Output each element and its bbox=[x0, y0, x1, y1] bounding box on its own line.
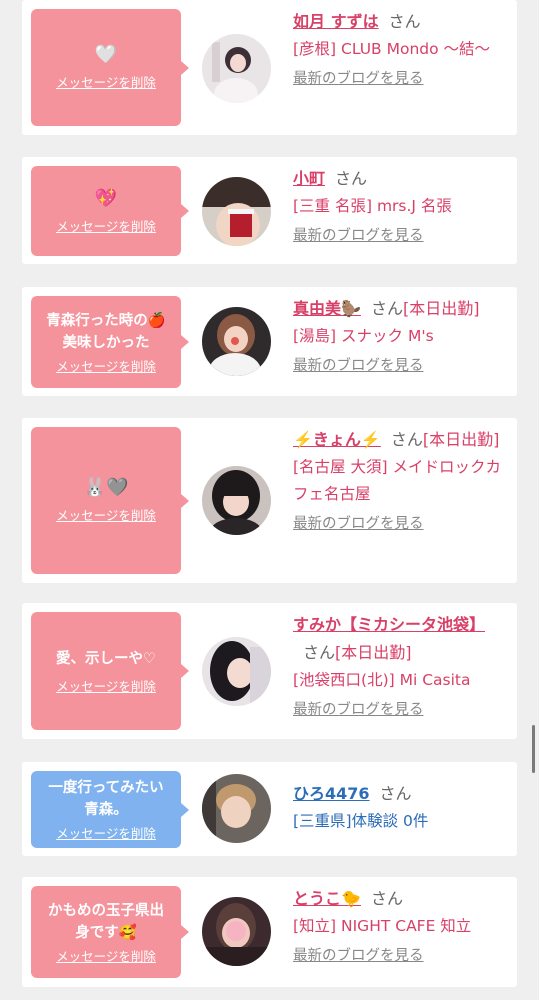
shop-name: [池袋西口(北)] Mi Casita bbox=[293, 671, 471, 689]
favorite-card: 🐰🩶 メッセージを削除 ⚡️きょん⚡️ さん[本日出勤] [名古屋 大須] メイド… bbox=[22, 418, 517, 583]
attendance-status: [本日出勤] bbox=[422, 430, 500, 449]
avatar[interactable] bbox=[202, 897, 271, 966]
message-bubble: 愛、示しーや♡ メッセージを削除 bbox=[31, 612, 189, 730]
delete-message-link[interactable]: メッセージを削除 bbox=[56, 823, 156, 842]
avatar[interactable] bbox=[202, 466, 271, 535]
attendance-status: [本日出勤] bbox=[335, 643, 412, 662]
cast-name-link[interactable]: 小町 bbox=[293, 169, 325, 188]
avatar[interactable] bbox=[202, 177, 271, 246]
latest-blog-link[interactable]: 最新のブログを見る bbox=[293, 226, 424, 246]
favorite-info: すみか【ミカシータ池袋】さん[本日出勤] [池袋西口(北)] Mi Casita… bbox=[293, 611, 511, 720]
honorific: さん bbox=[379, 784, 412, 803]
favorite-info: 小町 さん [三重 名張] mrs.J 名張 最新のブログを見る bbox=[293, 165, 511, 246]
delete-message-link[interactable]: メッセージを削除 bbox=[56, 505, 156, 524]
message-text: 愛、示しーや♡ bbox=[56, 650, 156, 667]
honorific: さん bbox=[370, 889, 403, 908]
favorite-card: 一度行ってみたい 青森。 メッセージを削除 ひろ4476 さん [三重県]体験談 … bbox=[22, 762, 517, 856]
message-bubble: かもめの玉子県出 身です🥰 メッセージを削除 bbox=[31, 886, 189, 978]
attendance-status: [本日出勤] bbox=[402, 299, 480, 318]
delete-message-link[interactable]: メッセージを削除 bbox=[56, 356, 156, 375]
latest-blog-link[interactable]: 最新のブログを見る bbox=[293, 700, 424, 720]
shop-name: [三重県]体験談 0件 bbox=[293, 812, 429, 830]
shop-name: [三重 名張] mrs.J 名張 bbox=[293, 197, 452, 215]
scrollbar[interactable] bbox=[532, 725, 535, 773]
message-text: 青森行った時の🍎 美味しかった bbox=[46, 312, 166, 351]
favorite-card: 青森行った時の🍎 美味しかった メッセージを削除 真由美🦫 さん[本日出勤] [湯… bbox=[22, 287, 517, 396]
message-text: 一度行ってみたい 青森。 bbox=[48, 780, 164, 818]
cast-name-link[interactable]: すみか【ミカシータ池袋】 bbox=[293, 615, 485, 634]
message-bubble: 🐰🩶 メッセージを削除 bbox=[31, 427, 189, 574]
favorite-info: 真由美🦫 さん[本日出勤] [湯島] スナック M's 最新のブログを見る bbox=[293, 295, 511, 376]
favorite-info: 如月 すずは さん [彦根] CLUB Mondo 〜結〜 最新のブログを見る bbox=[293, 8, 511, 89]
latest-blog-link[interactable]: 最新のブログを見る bbox=[293, 514, 424, 534]
shop-name: [名古屋 大須] メイドロックカフェ名古屋 bbox=[293, 458, 501, 503]
cast-name-link[interactable]: ⚡️きょん⚡️ bbox=[293, 430, 381, 449]
message-bubble: 青森行った時の🍎 美味しかった メッセージを削除 bbox=[31, 296, 189, 388]
honorific: さん bbox=[388, 12, 421, 31]
heart-emoji-icon: 🤍 bbox=[94, 44, 118, 65]
cast-name-link[interactable]: 如月 すずは bbox=[293, 12, 379, 31]
message-bubble: 🤍 メッセージを削除 bbox=[31, 9, 189, 126]
shop-name: [湯島] スナック M's bbox=[293, 327, 434, 345]
delete-message-link[interactable]: メッセージを削除 bbox=[56, 676, 156, 695]
sparkling-heart-icon: 💖 bbox=[94, 187, 118, 209]
latest-blog-link[interactable]: 最新のブログを見る bbox=[293, 69, 424, 89]
honorific: さん bbox=[370, 299, 403, 318]
delete-message-link[interactable]: メッセージを削除 bbox=[56, 946, 156, 965]
favorite-info: とうこ🐤 さん [知立] NIGHT CAFE 知立 最新のブログを見る bbox=[293, 885, 511, 966]
shop-name: [彦根] CLUB Mondo 〜結〜 bbox=[293, 40, 491, 58]
honorific: さん bbox=[335, 169, 368, 188]
favorite-card: 🤍 メッセージを削除 如月 すずは さん [彦根] CLUB Mondo 〜結〜 … bbox=[22, 0, 517, 135]
delete-message-link[interactable]: メッセージを削除 bbox=[56, 72, 156, 91]
rabbit-heart-icon: 🐰🩶 bbox=[83, 477, 129, 498]
delete-message-link[interactable]: メッセージを削除 bbox=[56, 216, 156, 235]
favorite-info: ひろ4476 さん [三重県]体験談 0件 bbox=[293, 780, 511, 835]
latest-blog-link[interactable]: 最新のブログを見る bbox=[293, 356, 424, 376]
message-bubble: 💖 メッセージを削除 bbox=[31, 166, 189, 256]
avatar[interactable] bbox=[202, 637, 271, 706]
avatar[interactable] bbox=[202, 774, 271, 843]
avatar[interactable] bbox=[202, 307, 271, 376]
message-text: かもめの玉子県出 身です🥰 bbox=[48, 902, 164, 941]
message-bubble: 一度行ってみたい 青森。 メッセージを削除 bbox=[31, 771, 189, 848]
latest-blog-link[interactable]: 最新のブログを見る bbox=[293, 946, 424, 966]
cast-name-link[interactable]: ひろ4476 bbox=[293, 784, 370, 803]
avatar[interactable] bbox=[202, 34, 271, 103]
honorific: さん bbox=[303, 643, 336, 662]
cast-name-link[interactable]: 真由美🦫 bbox=[293, 299, 361, 318]
favorite-card: かもめの玉子県出 身です🥰 メッセージを削除 とうこ🐤 さん [知立] NIGHT… bbox=[22, 877, 517, 987]
honorific: さん bbox=[390, 430, 423, 449]
favorite-card: 💖 メッセージを削除 小町 さん [三重 名張] mrs.J 名張 最新のブログを… bbox=[22, 157, 517, 264]
favorite-info: ⚡️きょん⚡️ さん[本日出勤] [名古屋 大須] メイドロックカフェ名古屋 最新… bbox=[293, 426, 511, 534]
favorite-card: 愛、示しーや♡ メッセージを削除 すみか【ミカシータ池袋】さん[本日出勤] [池… bbox=[22, 603, 517, 739]
shop-name: [知立] NIGHT CAFE 知立 bbox=[293, 917, 472, 935]
cast-name-link[interactable]: とうこ🐤 bbox=[293, 889, 361, 908]
